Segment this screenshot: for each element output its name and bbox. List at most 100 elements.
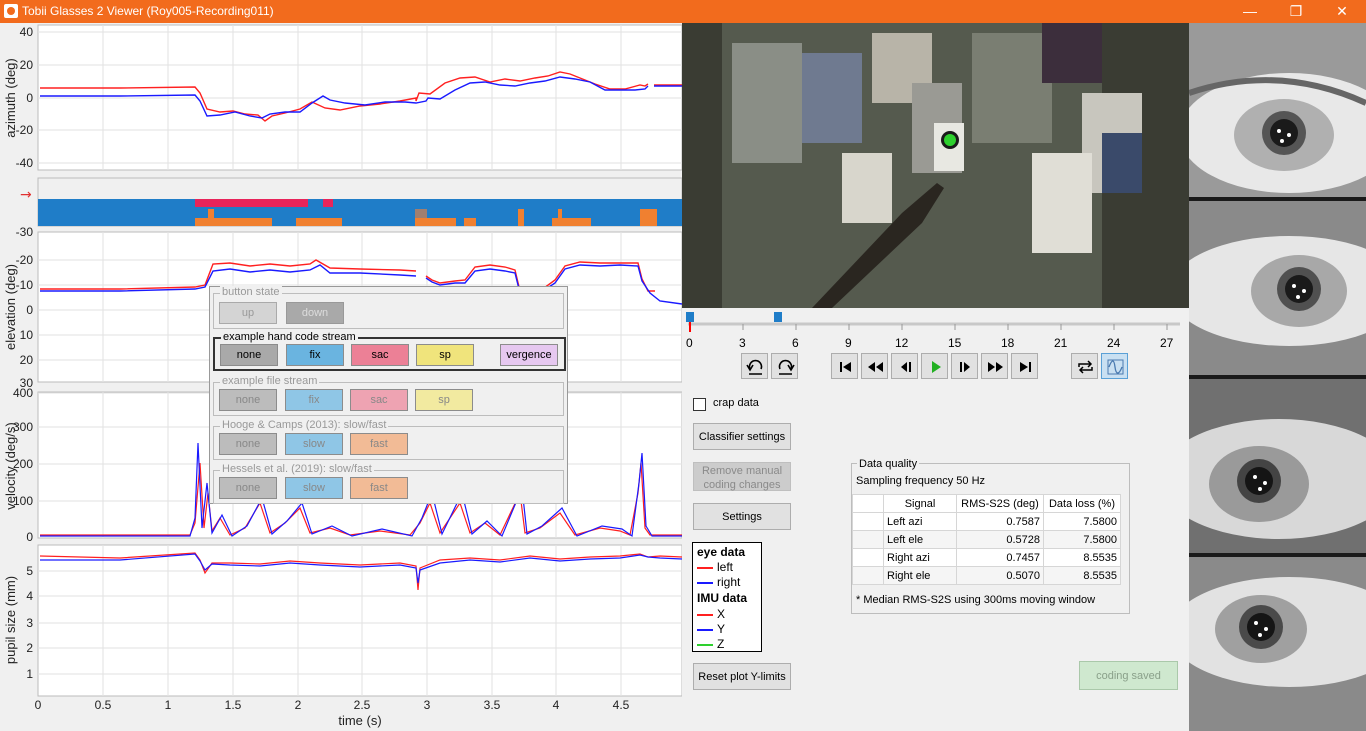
skip-to-start-icon[interactable] — [831, 353, 858, 379]
timeline-labels: 0 3 6 9 12 15 18 21 24 27 — [686, 336, 1186, 350]
cell-loss: 7.5800 — [1043, 512, 1121, 531]
code-sac-button[interactable]: sac — [351, 344, 409, 366]
vel-ytick: 400 — [13, 386, 33, 400]
eye-image-2 — [1189, 201, 1366, 375]
data-quality-panel: Data quality Sampling frequency 50 Hz Si… — [851, 458, 1130, 614]
rewind-icon[interactable] — [861, 353, 888, 379]
pupil-ytick: 5 — [26, 564, 33, 578]
cell-loss: 7.5800 — [1043, 530, 1121, 549]
legend-left-entry: left — [697, 560, 733, 574]
cell-signal: Right ele — [883, 566, 957, 585]
redo-icon[interactable] — [771, 353, 798, 379]
timeline-tick: 9 — [845, 336, 852, 350]
hessels-fast-button[interactable]: fast — [350, 477, 408, 499]
x-tick: 1.5 — [225, 698, 242, 712]
column-header: Data loss (%) — [1043, 494, 1121, 513]
file-sp-button[interactable]: sp — [415, 389, 473, 411]
hessels-none-button[interactable]: none — [219, 477, 277, 499]
window-title: Tobii Glasses 2 Viewer (Roy005-Recording… — [22, 4, 274, 18]
hooge-group: Hooge & Camps (2013): slow/fast none slo… — [213, 419, 564, 460]
x-tick: 3 — [424, 698, 431, 712]
eye-image-4 — [1189, 557, 1366, 731]
az-ytick: -40 — [16, 156, 34, 170]
scene-video[interactable] — [682, 23, 1189, 308]
group-title: button state — [220, 286, 282, 298]
timeline-tick: 6 — [792, 336, 799, 350]
data-quality-title: Data quality — [857, 458, 920, 470]
button-up[interactable]: up — [219, 302, 277, 324]
file-fix-button[interactable]: fix — [285, 389, 343, 411]
column-header: RMS-S2S (deg) — [956, 494, 1044, 513]
table-row: Right azi 0.7457 8.5535 — [852, 548, 1121, 567]
timeline-tick: 27 — [1160, 336, 1174, 350]
x-tick: 0.5 — [95, 698, 112, 712]
timeline-tick: 15 — [948, 336, 962, 350]
close-icon[interactable]: ✕ — [1319, 0, 1365, 23]
legend: eye data left right IMU data X Y Z — [692, 542, 762, 652]
undo-icon[interactable] — [741, 353, 768, 379]
pupil-ytick: 4 — [26, 589, 33, 603]
play-icon[interactable] — [921, 353, 948, 379]
legend-imu-data-title: IMU data — [697, 591, 748, 605]
cell-loss: 8.5535 — [1043, 548, 1121, 567]
code-fix-button[interactable]: fix — [286, 344, 344, 366]
loop-icon[interactable] — [1071, 353, 1098, 379]
file-sac-button[interactable]: sac — [350, 389, 408, 411]
data-quality-table: Signal RMS-S2S (deg) Data loss (%) Left … — [852, 494, 1121, 585]
eye-image-1 — [1189, 23, 1366, 197]
hooge-slow-button[interactable]: slow — [285, 433, 343, 455]
timeline-tick: 18 — [1001, 336, 1015, 350]
hand-code-stream-group: example hand code stream none fix sac sp… — [213, 331, 566, 371]
group-title: example hand code stream — [221, 331, 358, 343]
checkbox-box[interactable] — [693, 398, 706, 411]
legend-z-label: Z — [717, 637, 725, 651]
classifier-settings-button[interactable]: Classifier settings — [693, 423, 791, 450]
hooge-none-button[interactable]: none — [219, 433, 277, 455]
eye-images-panel — [1189, 23, 1366, 731]
azimuth-ylabel: azimuth (deg) — [3, 58, 18, 137]
settings-button[interactable]: Settings — [693, 503, 791, 530]
vel-ytick: 0 — [26, 530, 33, 544]
timeline-tick: 3 — [739, 336, 746, 350]
cell-signal: Left ele — [883, 530, 957, 549]
code-none-button[interactable]: none — [220, 344, 278, 366]
file-stream-group: example file stream none fix sac sp — [213, 375, 564, 416]
sampling-frequency: Sampling frequency 50 Hz — [856, 475, 986, 487]
reset-plot-y-limits-button[interactable]: Reset plot Y-limits — [693, 663, 791, 690]
step-back-icon[interactable] — [891, 353, 918, 379]
cell-rms: 0.7587 — [956, 512, 1044, 531]
restore-icon[interactable]: ❐ — [1273, 0, 1319, 23]
azimuth-axes[interactable]: 40 20 0 -20 -40 azimuth (deg) — [3, 24, 682, 171]
button-down[interactable]: down — [286, 302, 344, 324]
skip-to-end-icon[interactable] — [1011, 353, 1038, 379]
timeline-tick: 0 — [686, 336, 693, 350]
stream-arrow-icon: → — [20, 187, 32, 203]
hooge-fast-button[interactable]: fast — [350, 433, 408, 455]
coding-panel: button state up down example hand code s… — [209, 286, 568, 504]
x-tick: 2 — [295, 698, 302, 712]
velocity-ylabel: velocity (deg/s) — [3, 422, 18, 509]
minimize-icon[interactable]: — — [1227, 0, 1273, 23]
timeline-tick: 12 — [895, 336, 909, 350]
hessels-slow-button[interactable]: slow — [285, 477, 343, 499]
event-stream-strip[interactable]: → — [20, 177, 682, 227]
file-none-button[interactable]: none — [219, 389, 277, 411]
remove-manual-coding-button[interactable]: Remove manual coding changes — [693, 462, 791, 491]
group-title: example file stream — [220, 375, 320, 387]
coding-saved-button[interactable]: coding saved — [1079, 661, 1178, 690]
fast-forward-icon[interactable] — [981, 353, 1008, 379]
cell-rms: 0.5070 — [956, 566, 1044, 585]
waveform-icon[interactable] — [1101, 353, 1128, 379]
table-row: Left azi 0.7587 7.5800 — [852, 512, 1121, 531]
step-forward-icon[interactable] — [951, 353, 978, 379]
legend-right-label: right — [717, 575, 741, 589]
crap-data-checkbox[interactable]: crap data — [693, 397, 813, 413]
el-ytick: 0 — [26, 303, 33, 317]
code-vergence-button[interactable]: vergence — [500, 344, 558, 366]
code-sp-button[interactable]: sp — [416, 344, 474, 366]
pupil-axes[interactable]: 5 4 3 2 1 pupil size (mm) — [3, 544, 682, 697]
x-tick: 3.5 — [484, 698, 501, 712]
table-row: Right ele 0.5070 8.5535 — [852, 566, 1121, 585]
el-ytick: 20 — [20, 353, 34, 367]
x-tick: 4 — [553, 698, 560, 712]
